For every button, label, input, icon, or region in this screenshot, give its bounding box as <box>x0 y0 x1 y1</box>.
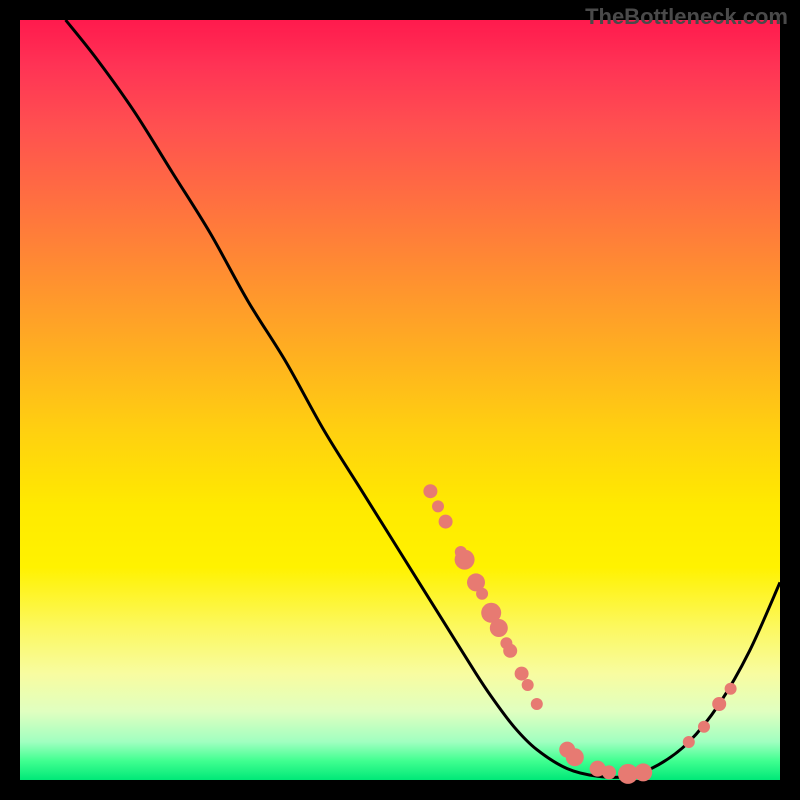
curve-line <box>66 20 780 777</box>
data-marker <box>522 679 534 691</box>
data-marker <box>439 515 453 529</box>
data-marker <box>712 697 726 711</box>
data-marker <box>515 667 529 681</box>
data-marker <box>476 588 488 600</box>
data-marker <box>531 698 543 710</box>
curve-markers <box>423 484 736 784</box>
watermark-text: TheBottleneck.com <box>585 4 788 30</box>
data-marker <box>725 683 737 695</box>
data-marker <box>566 748 584 766</box>
data-marker <box>503 644 517 658</box>
data-marker <box>432 500 444 512</box>
data-marker <box>455 550 475 570</box>
data-marker <box>683 736 695 748</box>
data-marker <box>423 484 437 498</box>
chart-svg <box>20 20 780 780</box>
data-marker <box>602 765 616 779</box>
data-marker <box>634 763 652 781</box>
chart-plot-area <box>20 20 780 780</box>
data-marker <box>490 619 508 637</box>
data-marker <box>698 721 710 733</box>
